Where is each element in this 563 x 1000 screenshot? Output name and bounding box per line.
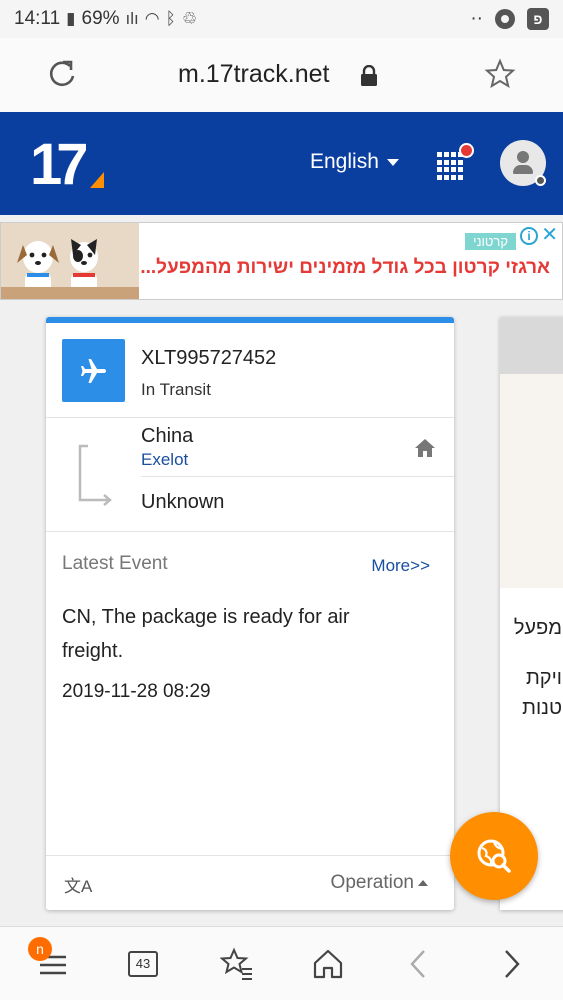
- bookmarks-icon[interactable]: [220, 947, 254, 981]
- forward-icon[interactable]: [494, 947, 528, 981]
- home-icon[interactable]: [414, 438, 436, 458]
- ad-tag: קרטוני: [465, 233, 516, 250]
- home-nav-icon[interactable]: [311, 947, 345, 981]
- divider: [141, 476, 454, 477]
- language-selector[interactable]: English: [310, 150, 399, 174]
- ad-text[interactable]: ארגזי קרטון בכל גודל מזמינים ישירות מהמפ…: [140, 257, 550, 279]
- close-icon[interactable]: ✕: [541, 225, 558, 245]
- tabs-button[interactable]: 43: [128, 951, 158, 977]
- battery-level: 69%: [81, 8, 120, 29]
- globe-search-icon: [477, 839, 511, 873]
- clock: 14:11: [14, 8, 61, 29]
- signal-icon: ılı: [125, 9, 139, 28]
- url-text[interactable]: m.17track.net: [178, 60, 329, 89]
- destination-country: Unknown: [141, 491, 225, 513]
- site-header: 17 English: [0, 112, 563, 215]
- avatar-icon[interactable]: [500, 140, 546, 186]
- track-search-button[interactable]: [450, 812, 538, 900]
- peek-card-text: ויקת: [525, 667, 562, 689]
- peek-card-header: [500, 317, 563, 374]
- translate-icon[interactable]: 文A: [64, 872, 92, 897]
- event-time: 2019-11-28 08:29: [62, 681, 211, 702]
- recycle-icon: ♲: [181, 9, 198, 28]
- notification-dot: [459, 143, 474, 158]
- more-link[interactable]: More>>: [371, 556, 430, 576]
- logo[interactable]: 17: [30, 136, 104, 190]
- lock-icon[interactable]: [360, 65, 378, 87]
- airplane-icon: [80, 358, 106, 383]
- avatar-status-dot: [535, 175, 546, 186]
- peek-card-image: [500, 374, 563, 588]
- carrier-link[interactable]: Exelot: [141, 450, 188, 470]
- peek-card-text: מפעל: [513, 617, 562, 639]
- logo-text: 17: [30, 136, 86, 190]
- chrome-icon: [495, 9, 515, 29]
- chevron-down-icon: [386, 158, 399, 166]
- transport-badge: [62, 339, 125, 402]
- wifi-icon: ◠: [144, 9, 160, 28]
- card-footer: 文A Operation: [46, 855, 454, 910]
- ad-banner[interactable]: קרטוני i ✕ ארגזי קרטון בכל גודל מזמינים …: [0, 222, 563, 300]
- back-icon[interactable]: [402, 947, 436, 981]
- bluetooth-icon: ᛒ: [165, 9, 176, 28]
- language-label: English: [310, 150, 379, 173]
- tracking-card: XLT995727452 In Transit China Exelot Unk…: [46, 317, 454, 910]
- app-icon: פ: [527, 8, 549, 30]
- route-info: China Exelot Unknown: [46, 418, 454, 532]
- route-arrow-icon: [78, 444, 112, 506]
- system-status-bar: 14:11 ▮ 69% ılı ◠ ᛒ ♲ ·· פ: [0, 0, 563, 38]
- reload-icon[interactable]: [46, 58, 78, 90]
- notification-dots: ··: [470, 8, 483, 29]
- tracking-status: In Transit: [141, 380, 211, 399]
- tracking-summary[interactable]: XLT995727452 In Transit: [46, 323, 454, 418]
- operation-label: Operation: [330, 872, 414, 893]
- latest-event-label: Latest Event: [62, 553, 168, 574]
- star-icon[interactable]: [484, 58, 516, 90]
- browser-bottom-nav: n 43: [0, 926, 563, 1000]
- browser-url-bar: m.17track.net: [0, 38, 563, 112]
- info-icon[interactable]: i: [520, 227, 538, 245]
- chevron-up-icon: [418, 880, 428, 886]
- ad-image: [1, 223, 139, 299]
- peek-card-text: טנות: [522, 697, 562, 719]
- battery-icon: ▮: [66, 9, 76, 28]
- operation-button[interactable]: Operation: [331, 872, 428, 894]
- tracking-number: XLT995727452: [141, 347, 277, 369]
- event-description: CN, The package is ready for air freight…: [62, 606, 350, 662]
- menu-badge: n: [28, 937, 52, 961]
- latest-event: Latest Event More>> CN, The package is r…: [46, 532, 454, 856]
- origin-country: China: [141, 425, 194, 447]
